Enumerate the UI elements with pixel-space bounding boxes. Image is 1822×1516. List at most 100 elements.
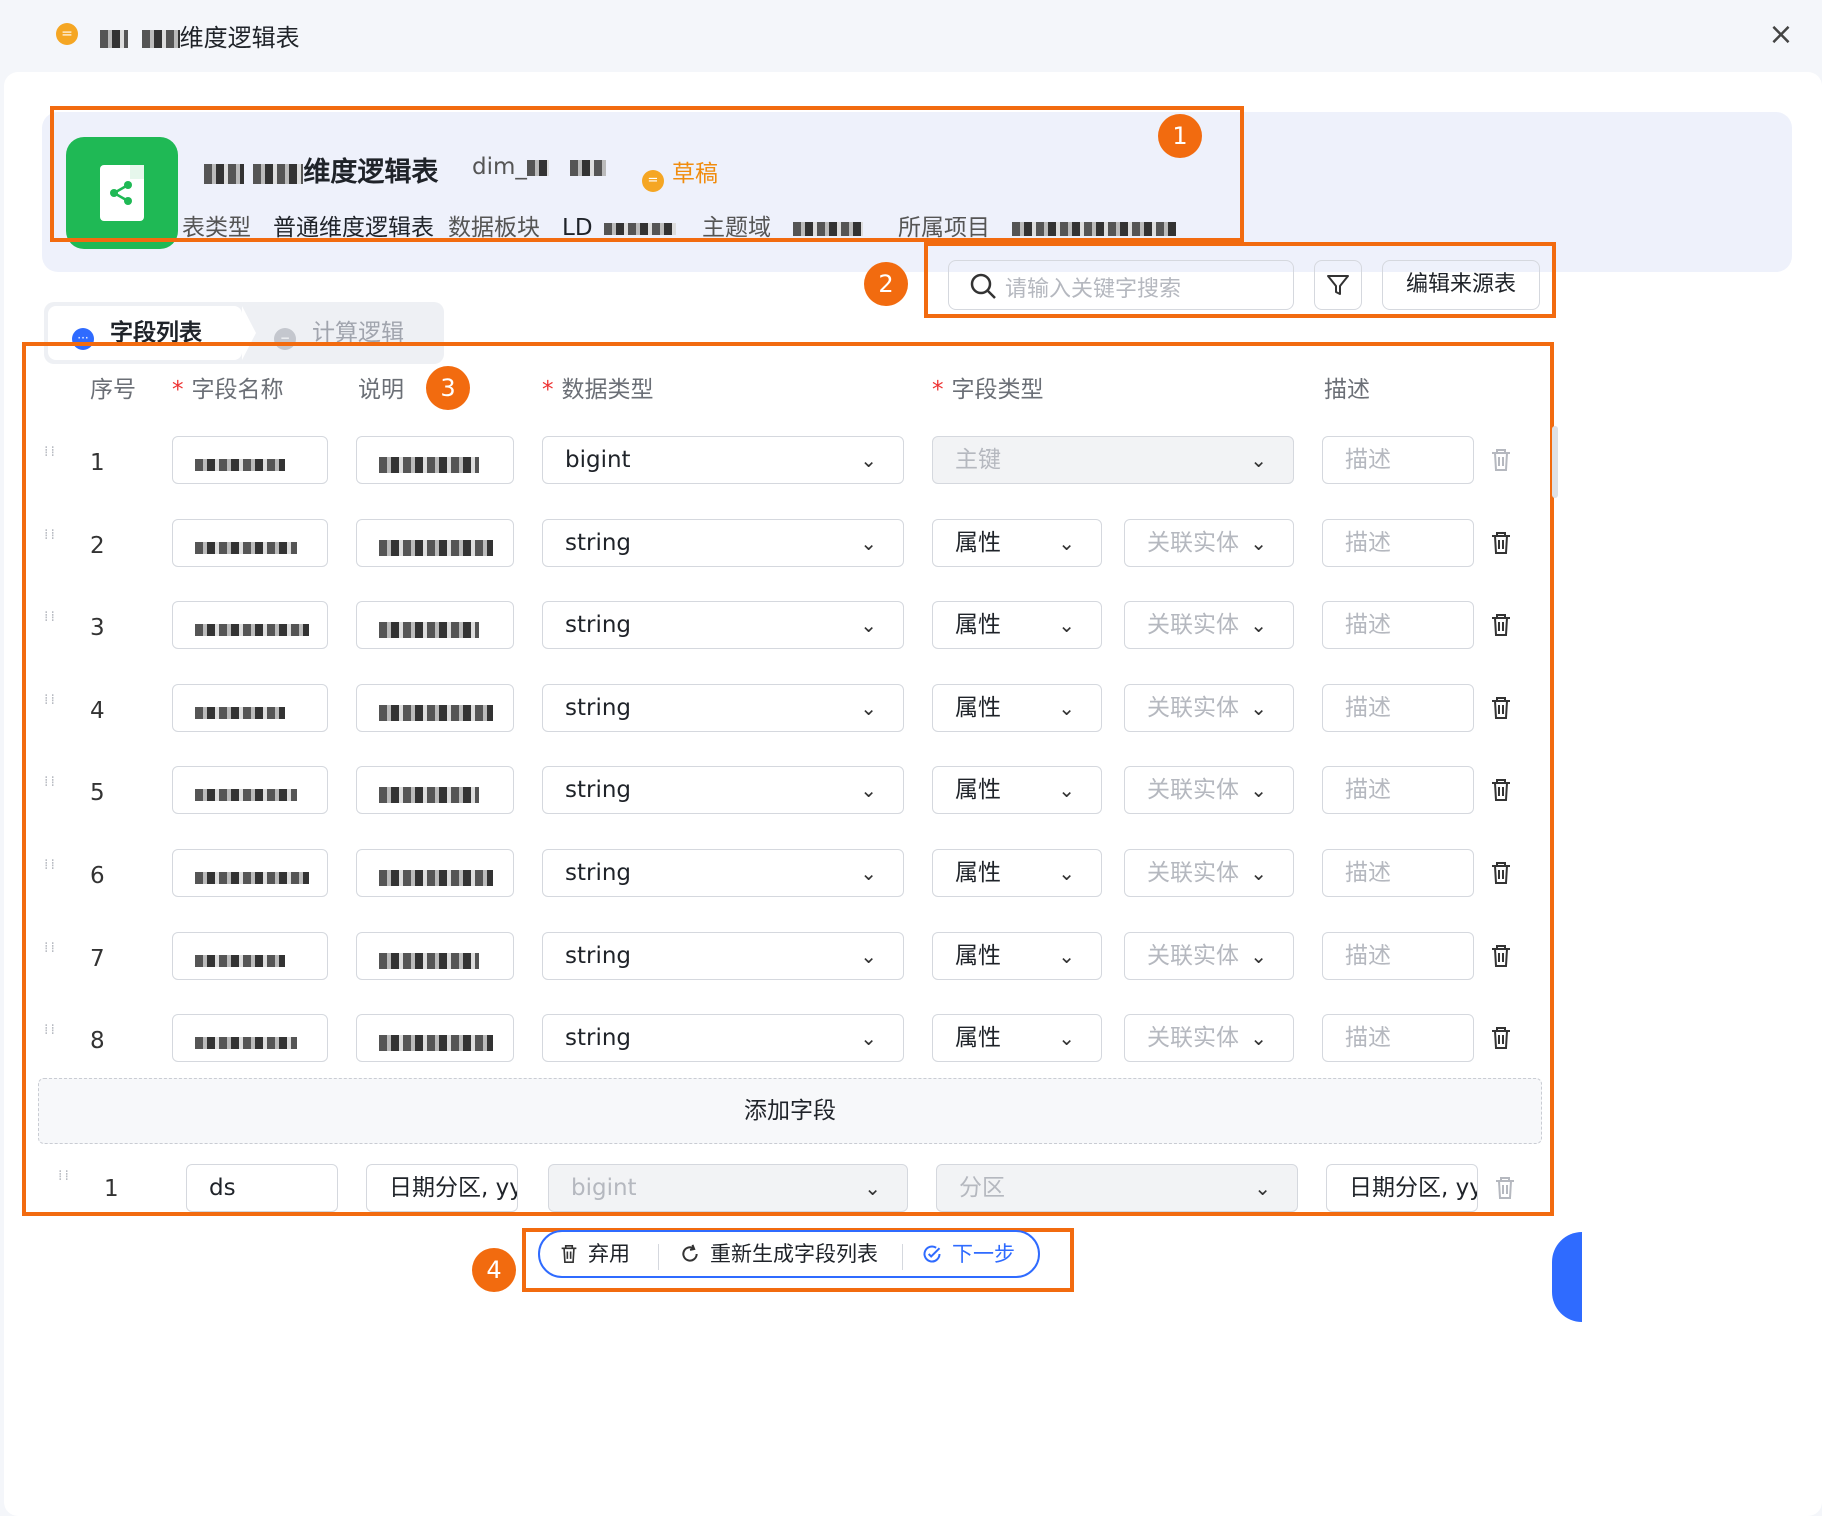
explain-input[interactable] [356, 849, 514, 897]
row-index: 3 [90, 615, 105, 641]
drag-handle-icon[interactable]: ⁞⁞ [44, 941, 58, 970]
field-type-select[interactable]: 属性 ⌄ [932, 519, 1102, 567]
trash-icon[interactable] [1490, 613, 1512, 637]
callout-badge-3: 3 [426, 366, 470, 410]
link-entity-select[interactable]: 关联实体 ⌄ [1124, 932, 1294, 980]
desc-input[interactable]: 描述 [1322, 766, 1474, 814]
field-name-input[interactable] [172, 849, 328, 897]
drag-handle-icon[interactable]: ⁞⁞ [44, 610, 58, 639]
desc-input[interactable]: 描述 [1322, 601, 1474, 649]
desc-input[interactable]: 描述 [1322, 436, 1474, 484]
explain-input[interactable] [356, 766, 514, 814]
callout-badge-4: 4 [472, 1248, 516, 1292]
data-type-select[interactable]: string ⌄ [542, 519, 904, 567]
chevron-down-icon: ⌄ [1250, 531, 1267, 555]
scrollbar-thumb[interactable] [1552, 426, 1558, 498]
chevron-down-icon: ⌄ [860, 531, 877, 555]
chevron-down-icon: ⌄ [1058, 861, 1075, 885]
explain-input[interactable] [356, 932, 514, 980]
masked-text [100, 30, 128, 48]
explain-input[interactable] [356, 684, 514, 732]
link-entity-select[interactable]: 关联实体 ⌄ [1124, 766, 1294, 814]
explain-input[interactable] [356, 1014, 514, 1062]
trash-icon[interactable] [1490, 778, 1512, 802]
data-type-select[interactable]: string ⌄ [542, 601, 904, 649]
col-header-field-type: * 字段类型 [932, 377, 1044, 403]
chevron-down-icon: ⌄ [1250, 861, 1267, 885]
field-name-input[interactable] [172, 766, 328, 814]
trash-icon[interactable] [1490, 944, 1512, 968]
trash-icon[interactable] [1490, 861, 1512, 885]
window-title: 维度逻辑表 [100, 18, 300, 53]
field-name-input[interactable] [172, 684, 328, 732]
explain-input[interactable] [356, 436, 514, 484]
edit-source-table-button[interactable]: 编辑来源表 [1382, 260, 1540, 310]
drag-handle-icon[interactable]: ⁞⁞ [44, 693, 58, 722]
drag-handle-icon[interactable]: ⁞⁞ [44, 775, 58, 804]
link-entity-select[interactable]: 关联实体 ⌄ [1124, 519, 1294, 567]
explain-input[interactable] [356, 519, 514, 567]
field-type-select[interactable]: 属性 ⌄ [932, 932, 1102, 980]
row-index: 6 [90, 863, 105, 889]
data-type-select[interactable]: string ⌄ [542, 849, 904, 897]
link-entity-select[interactable]: 关联实体 ⌄ [1124, 684, 1294, 732]
drag-handle-icon[interactable]: ⁞⁞ [58, 1169, 72, 1198]
field-type-select[interactable]: 属性 ⌄ [932, 601, 1102, 649]
desc-input[interactable]: 日期分区, yy [1326, 1164, 1478, 1212]
trash-icon[interactable] [1490, 1026, 1512, 1050]
desc-input[interactable]: 描述 [1322, 1014, 1474, 1062]
desc-input[interactable]: 描述 [1322, 684, 1474, 732]
desc-input[interactable]: 描述 [1322, 849, 1474, 897]
chevron-down-icon: ⌄ [860, 613, 877, 637]
drag-handle-icon[interactable]: ⁞⁞ [44, 858, 58, 887]
discard-button[interactable]: 弃用 [560, 1232, 630, 1276]
link-entity-select[interactable]: 关联实体 ⌄ [1124, 601, 1294, 649]
add-field-button[interactable]: 添加字段 [38, 1078, 1542, 1144]
data-type-select[interactable]: string ⌄ [542, 766, 904, 814]
field-name-input[interactable] [172, 932, 328, 980]
field-name-input[interactable]: ds [186, 1164, 338, 1212]
chevron-down-icon: ⌄ [1254, 1176, 1271, 1200]
desc-input[interactable]: 描述 [1322, 932, 1474, 980]
chevron-down-icon: ⌄ [1250, 448, 1267, 472]
explain-input[interactable] [356, 601, 514, 649]
next-step-button[interactable]: 下一步 [922, 1232, 1015, 1276]
main-panel: 维度逻辑表 dim_ = 草稿 表类型 普通维度逻辑表 数据板块 LD_ 主题域 所属… [4, 72, 1822, 1516]
data-type-select[interactable]: string ⌄ [542, 684, 904, 732]
trash-icon[interactable] [1490, 531, 1512, 555]
trash-icon [1494, 1176, 1516, 1200]
drag-handle-icon[interactable]: ⁞⁞ [44, 1023, 58, 1052]
field-name-input[interactable] [172, 1014, 328, 1062]
chevron-down-icon: ⌄ [1058, 944, 1075, 968]
link-entity-select[interactable]: 关联实体 ⌄ [1124, 1014, 1294, 1062]
field-type-select[interactable]: 属性 ⌄ [932, 684, 1102, 732]
field-type-select[interactable]: 属性 ⌄ [932, 849, 1102, 897]
field-type-select[interactable]: 属性 ⌄ [932, 1014, 1102, 1062]
chevron-down-icon: ⌄ [1058, 613, 1075, 637]
close-icon[interactable]: × [1766, 20, 1796, 50]
explain-input[interactable]: 日期分区, yy [366, 1164, 518, 1212]
chevron-down-icon: ⌄ [860, 861, 877, 885]
drag-handle-icon[interactable]: ⁞⁞ [44, 528, 58, 557]
desc-input[interactable]: 描述 [1322, 519, 1474, 567]
data-type-select[interactable]: string ⌄ [542, 1014, 904, 1062]
check-circle-icon [923, 1245, 941, 1263]
data-type-select[interactable]: bigint ⌄ [542, 436, 904, 484]
chevron-down-icon: ⌄ [860, 778, 877, 802]
chevron-down-icon: ⌄ [1250, 778, 1267, 802]
regenerate-fields-button[interactable]: 重新生成字段列表 [680, 1232, 878, 1276]
field-name-input[interactable] [172, 436, 328, 484]
chevron-down-icon: ⌄ [1250, 696, 1267, 720]
field-type-select[interactable]: 属性 ⌄ [932, 766, 1102, 814]
search-input[interactable]: 请输入关键字搜索 [948, 260, 1294, 310]
field-name-input[interactable] [172, 519, 328, 567]
trash-icon[interactable] [1490, 696, 1512, 720]
assistant-float-button[interactable] [1552, 1232, 1582, 1322]
chevron-down-icon: ⌄ [1058, 531, 1075, 555]
field-name-input[interactable] [172, 601, 328, 649]
filter-button[interactable] [1314, 260, 1362, 310]
data-type-select[interactable]: string ⌄ [542, 932, 904, 980]
col-header-field-name: * 字段名称 [172, 377, 284, 403]
link-entity-select[interactable]: 关联实体 ⌄ [1124, 849, 1294, 897]
drag-handle-icon[interactable]: ⁞⁞ [44, 445, 58, 474]
